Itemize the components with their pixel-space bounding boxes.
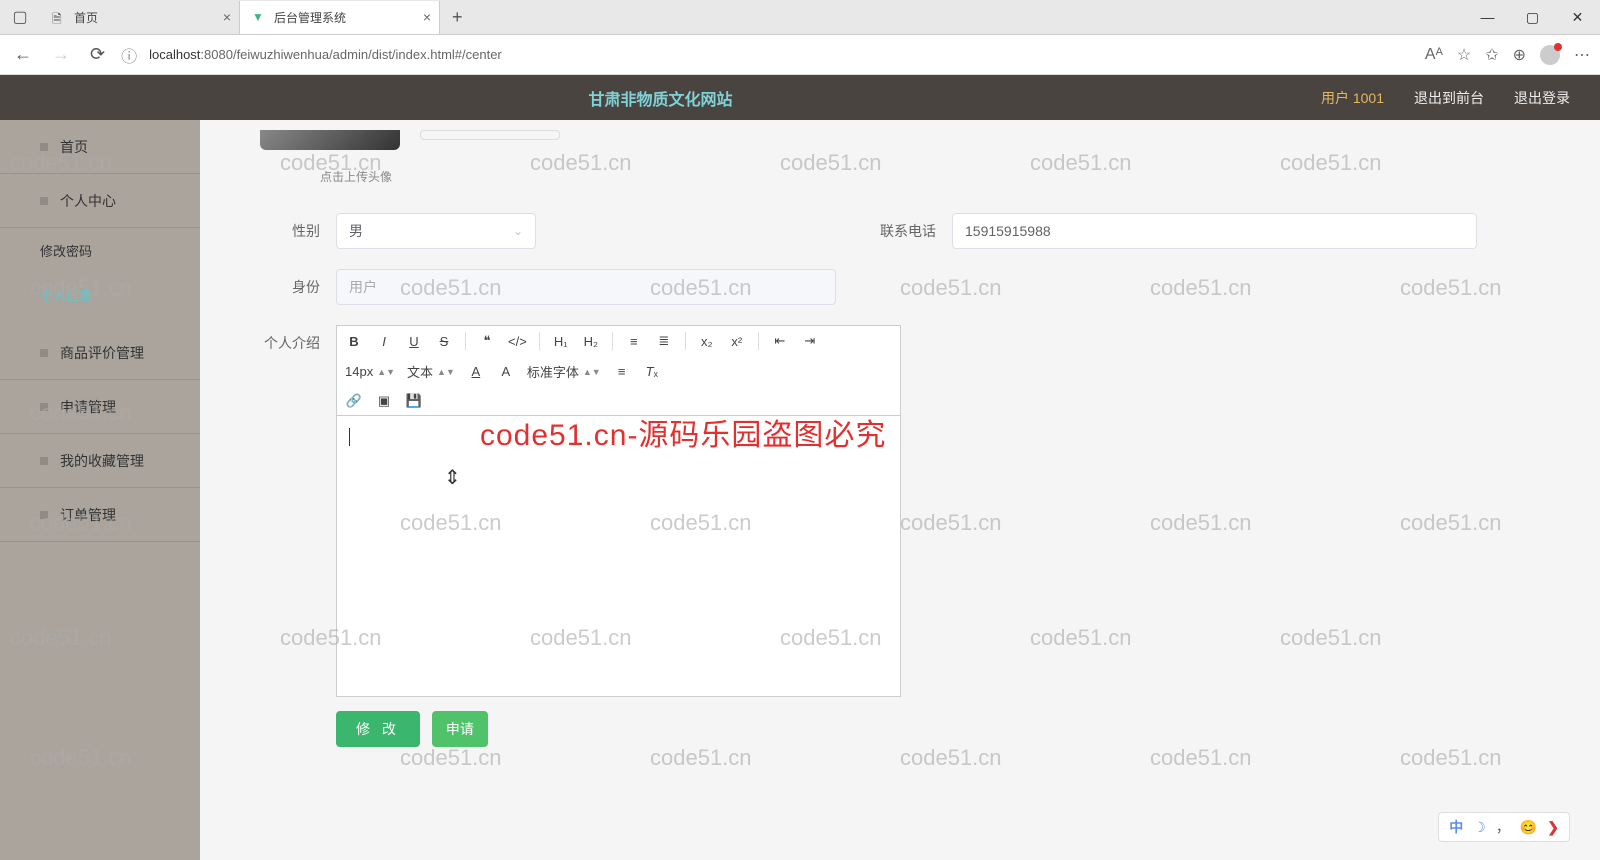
sidebar-item-orders[interactable]: 订单管理 [0,488,200,542]
outdent-icon[interactable]: ⇥ [801,333,819,349]
text-color-icon[interactable]: A [467,364,485,379]
strike-icon[interactable]: S [435,334,453,349]
page-icon: 🗎 [52,10,66,24]
save-icon[interactable]: 💾 [405,393,423,409]
collections-icon[interactable]: ⊕ [1513,45,1526,65]
maximize-button[interactable]: ▢ [1510,9,1555,26]
moon-icon: ☽ [1473,819,1486,836]
quote-icon[interactable]: ❝ [478,333,496,349]
identity-input: 用户 [336,269,836,305]
ul-icon[interactable]: ≣ [655,333,673,349]
avatar-image[interactable] [260,130,400,150]
gender-label: 性别 [260,221,320,241]
new-tab-button[interactable]: + [440,7,475,28]
address-bar: ← → ⟳ ⓘ localhost:8080/feiwuzhiwenhua/ad… [0,35,1600,75]
phone-label: 联系电话 [876,221,936,241]
text-select[interactable]: 文本▲▼ [407,362,455,381]
sup-icon[interactable]: x² [728,334,746,349]
ime-mode: 中 [1449,817,1463,837]
bg-color-icon[interactable]: A [497,364,515,379]
star-icon[interactable]: ☆ [1457,45,1471,65]
tab-label: 后台管理系统 [274,9,346,26]
url-field[interactable]: localhost:8080/feiwuzhiwenhua/admin/dist… [149,47,1413,62]
bio-label: 个人介绍 [260,325,320,353]
vue-icon: ▼ [252,10,266,24]
window-icon: ▢ [0,7,40,27]
ol-icon[interactable]: ≡ [625,334,643,349]
indent-icon[interactable]: ⇤ [771,333,789,349]
current-user: 用户 1001 [1321,88,1384,108]
chevron-down-icon: ⌄ [513,224,523,238]
underline-icon[interactable]: U [405,334,423,349]
font-size-select[interactable]: 14px▲▼ [345,364,395,379]
sidebar-item-apply[interactable]: 申请管理 [0,380,200,434]
ime-arrow: ❯ [1547,819,1559,836]
window-controls: — ▢ ✕ [1465,9,1600,26]
bold-icon[interactable]: B [345,334,363,349]
code-icon[interactable]: </> [508,334,527,349]
more-icon[interactable]: ⋯ [1574,45,1590,65]
site-title: 甘肃非物质文化网站 [0,86,1321,110]
close-icon[interactable]: × [223,9,231,25]
h1-icon[interactable]: H₁ [552,334,570,349]
app-header: 甘肃非物质文化网站 用户 1001 退出到前台 退出登录 [0,75,1600,120]
logout-link[interactable]: 退出登录 [1514,88,1570,108]
tab-label: 首页 [74,9,98,26]
sidebar-item-home[interactable]: 首页 [0,120,200,174]
sidebar-item-favorites[interactable]: 我的收藏管理 [0,434,200,488]
sidebar-item-reviews[interactable]: 商品评价管理 [0,326,200,380]
favorites-icon[interactable]: ✩ [1485,45,1498,65]
close-icon[interactable]: × [423,9,431,25]
back-button[interactable]: ← [10,44,36,65]
minimize-button[interactable]: — [1465,9,1510,26]
h2-icon[interactable]: H₂ [582,334,600,349]
tab-admin[interactable]: ▼ 后台管理系统 × [240,1,440,34]
ime-bar[interactable]: 中 ☽ ， 😊 ❯ [1438,812,1570,842]
avatar-upload-box[interactable] [420,130,560,140]
sidebar-item-password[interactable]: 修改密码 [0,228,200,272]
italic-icon[interactable]: I [375,334,393,349]
refresh-button[interactable]: ⟳ [86,44,109,65]
sidebar-item-personal[interactable]: 个人中心 [0,174,200,228]
editor-textarea[interactable] [337,416,900,696]
align-icon[interactable]: ≡ [613,364,631,379]
tab-home[interactable]: 🗎 首页 × [40,1,240,34]
editor-toolbar: B I U S ❝ </> H₁ H₂ ≡ ≣ x₂ x² [337,326,900,416]
close-window-button[interactable]: ✕ [1555,9,1600,26]
rich-text-editor: B I U S ❝ </> H₁ H₂ ≡ ≣ x₂ x² [336,325,901,697]
link-icon[interactable]: 🔗 [345,393,363,409]
text-size-icon[interactable]: Aᴬ [1425,46,1443,64]
exit-front-link[interactable]: 退出到前台 [1414,88,1484,108]
font-select[interactable]: 标准字体▲▼ [527,362,601,381]
forward-button[interactable]: → [48,44,74,65]
apply-button[interactable]: 申请 [432,711,488,747]
identity-label: 身份 [260,277,320,297]
image-icon[interactable]: ▣ [375,393,393,409]
sidebar: 首页 个人中心 修改密码 个人信息 商品评价管理 申请管理 我的收藏管理 订单管… [0,120,200,860]
gender-select[interactable]: 男 ⌄ [336,213,536,249]
profile-icon[interactable] [1540,45,1560,65]
info-icon[interactable]: ⓘ [121,43,137,67]
main-content: 点击上传头像 性别 男 ⌄ 联系电话 15915915988 身份 用户 个人介… [200,120,1600,860]
avatar-hint: 点击上传头像 [320,168,1560,185]
clear-format-icon[interactable]: Tₓ [643,364,661,379]
browser-tab-bar: ▢ 🗎 首页 × ▼ 后台管理系统 × + — ▢ ✕ [0,0,1600,35]
ime-comma: ， [1496,817,1510,837]
phone-input[interactable]: 15915915988 [952,213,1477,249]
ime-sym: 😊 [1520,819,1537,836]
sidebar-item-profile[interactable]: 个人信息 [0,272,200,316]
sub-icon[interactable]: x₂ [698,334,716,349]
modify-button[interactable]: 修 改 [336,711,420,747]
